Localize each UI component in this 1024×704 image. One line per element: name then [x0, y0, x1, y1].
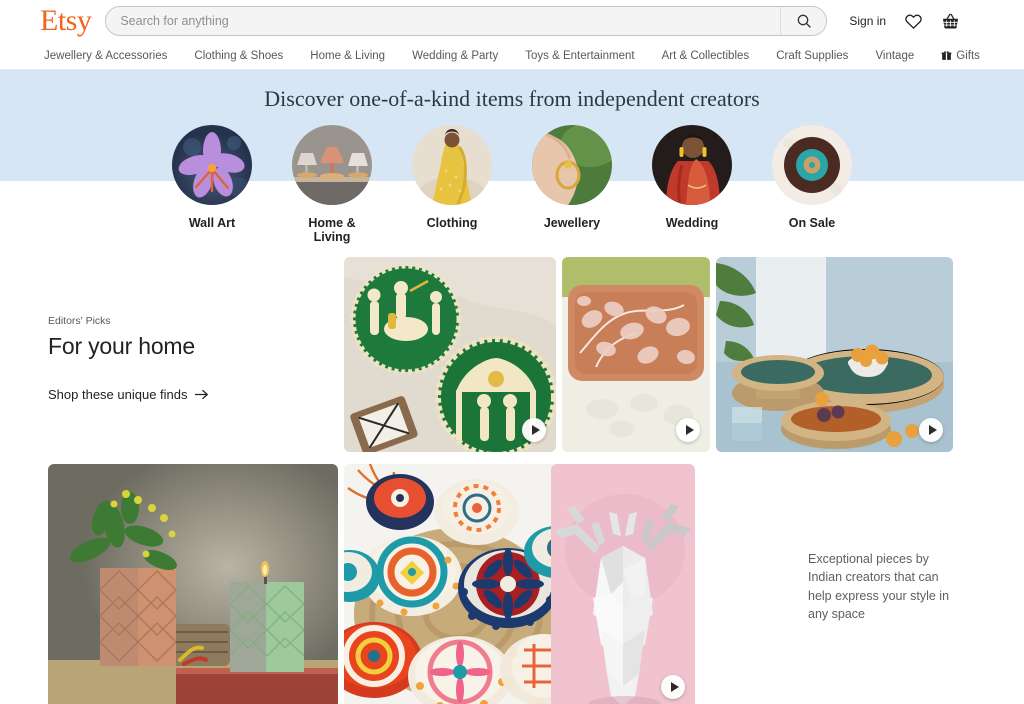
picks-eyebrow: Editors' Picks [48, 315, 111, 327]
nav-item-toys-entertainment[interactable]: Toys & Entertainment [525, 50, 634, 62]
play-button[interactable] [522, 418, 546, 442]
picks-intro: Editors' Picks For your home Shop these … [48, 257, 338, 452]
heart-icon [905, 14, 922, 29]
search-submit-button[interactable] [780, 7, 827, 35]
basket-icon [943, 13, 959, 28]
category-nav: Jewellery & Accessories Clothing & Shoes… [0, 42, 1024, 70]
nav-label: Vintage [875, 49, 915, 62]
search-bar[interactable] [105, 6, 828, 36]
etsy-logo[interactable]: Etsy [40, 6, 92, 36]
play-button[interactable] [676, 418, 700, 442]
nav-label: Jewellery & Accessories [44, 49, 168, 62]
yellow-dress-image [412, 125, 492, 205]
nav-item-home-living[interactable]: Home & Living [310, 50, 385, 62]
search-icon [797, 14, 811, 28]
picks-grid: Editors' Picks For your home Shop these … [48, 257, 972, 704]
mandala-cushions-image [344, 464, 566, 704]
favorites-button[interactable] [904, 12, 923, 31]
nav-label: Toys & Entertainment [525, 49, 635, 62]
category-image-clothing [412, 125, 492, 205]
category-image-home-living [292, 125, 372, 205]
hero-title: Discover one-of-a-kind items from indepe… [264, 86, 760, 111]
tile-paper-deer[interactable] [551, 464, 695, 704]
gold-ring-image [532, 125, 612, 205]
header-actions: Sign in [849, 12, 960, 31]
picks-side-copy-wrapper: Exceptional pieces by Indian creators th… [804, 464, 950, 704]
doughnut-plate-image [772, 125, 852, 205]
tile-mandala-cushions[interactable] [344, 464, 566, 704]
category-wedding[interactable]: Wedding [652, 125, 732, 244]
hero-section: Discover one-of-a-kind items from indepe… [0, 70, 1024, 244]
nav-item-gifts[interactable]: Gifts [941, 50, 980, 62]
nav-item-craft-supplies[interactable]: Craft Supplies [776, 50, 848, 62]
arrow-right-icon [194, 389, 208, 400]
cushion [435, 479, 519, 545]
category-home-living[interactable]: Home & Living [292, 125, 372, 244]
play-button[interactable] [661, 675, 685, 699]
nav-label: Wedding & Party [412, 49, 499, 62]
picks-title: For your home [48, 333, 195, 359]
category-label: Wedding [665, 216, 719, 230]
wooden-bowls-image [716, 257, 953, 452]
gift-icon [941, 51, 952, 60]
saree-woman-image [652, 125, 732, 205]
nav-item-art-collectibles[interactable]: Art & Collectibles [662, 50, 750, 62]
category-clothing[interactable]: Clothing [412, 125, 492, 244]
shop-finds-label: Shop these unique finds [48, 387, 188, 402]
cart-button[interactable] [941, 12, 960, 31]
nav-label: Home & Living [310, 49, 386, 62]
category-image-on-sale [772, 125, 852, 205]
search-input[interactable] [106, 7, 781, 35]
category-image-wall-art [172, 125, 252, 205]
site-header: Etsy Sign in [0, 0, 1024, 42]
nav-label: Craft Supplies [776, 49, 849, 62]
sign-in-link[interactable]: Sign in [849, 14, 886, 28]
nav-label: Art & Collectibles [661, 49, 750, 62]
cushion [366, 474, 434, 530]
paper-deer-image [551, 464, 695, 704]
play-button[interactable] [919, 418, 943, 442]
category-label: Jewellery [543, 216, 601, 230]
category-label: Clothing [426, 216, 478, 230]
nav-item-vintage[interactable]: Vintage [875, 50, 914, 62]
nav-item-jewellery-accessories[interactable]: Jewellery & Accessories [44, 50, 167, 62]
nav-label: Gifts [956, 49, 980, 62]
shop-finds-link[interactable]: Shop these unique finds [48, 387, 209, 402]
picks-side-copy: Exceptional pieces by Indian creators th… [808, 552, 950, 621]
category-image-wedding [652, 125, 732, 205]
category-label: Wall Art [188, 216, 236, 230]
category-jewellery[interactable]: Jewellery [532, 125, 612, 244]
tile-green-plates[interactable] [344, 257, 556, 452]
nav-item-wedding-party[interactable]: Wedding & Party [412, 50, 498, 62]
category-image-jewellery [532, 125, 612, 205]
category-circles: Wall Art Home & Living Clothing Jeweller… [0, 125, 1024, 244]
nav-label: Clothing & Shoes [194, 49, 284, 62]
nav-item-clothing-shoes[interactable]: Clothing & Shoes [194, 50, 283, 62]
tile-terracotta-tray[interactable] [562, 257, 710, 452]
tile-vase-candle[interactable] [48, 464, 338, 704]
category-label: On Sale [788, 216, 836, 230]
tile-wooden-bowls[interactable] [716, 257, 953, 452]
category-on-sale[interactable]: On Sale [772, 125, 852, 244]
table-lamps-image [292, 125, 372, 205]
vase-candle-image [48, 464, 338, 704]
editors-picks-section: Editors' Picks For your home Shop these … [0, 235, 1024, 704]
category-wall-art[interactable]: Wall Art [172, 125, 252, 244]
crocus-flower-image [172, 125, 252, 205]
